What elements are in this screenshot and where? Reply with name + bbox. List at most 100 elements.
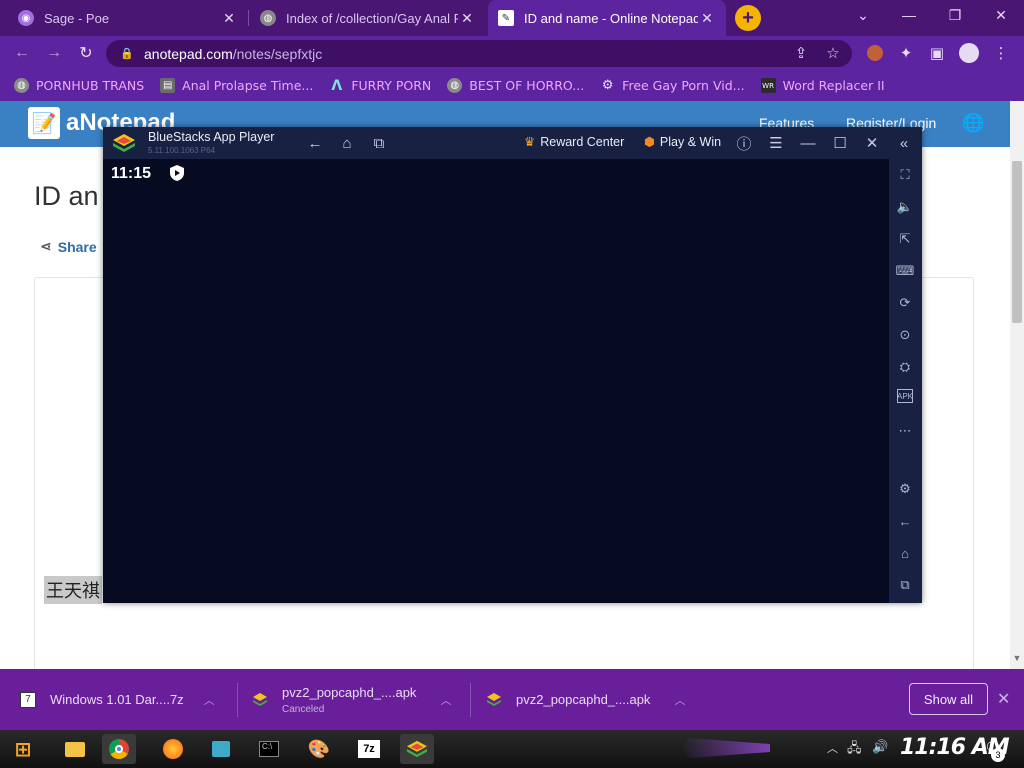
settings-gear-icon[interactable]: ⚙ [895, 479, 915, 499]
note-text[interactable]: 王天祺 [44, 576, 102, 604]
apk-install-icon[interactable]: APK [897, 389, 913, 403]
chevron-up-icon[interactable]: ︿ [440, 692, 451, 708]
keyboard-icon[interactable]: ⌨ [895, 261, 915, 281]
back-arrow-icon[interactable]: ← [895, 511, 915, 531]
7zip-icon[interactable]: 7z [352, 734, 386, 764]
close-downloads-bar-icon[interactable]: ✕ [997, 689, 1010, 709]
tab-search-icon[interactable]: ⌄ [840, 0, 886, 30]
bookmark-item[interactable]: ⚙ Free Gay Porn Vid... [600, 78, 745, 93]
tab-sage-poe[interactable]: ◉ Sage - Poe ✕ [8, 0, 248, 36]
bluestacks-taskbar-icon[interactable] [400, 734, 434, 764]
android-screen[interactable]: 11:15 [103, 159, 889, 603]
collapse-sidebar-icon[interactable]: « [893, 133, 915, 153]
bluestacks-titlebar[interactable]: BlueStacks App Player 5.11.100.1063 P64 … [103, 127, 922, 159]
reward-center-button[interactable]: ♛ Reward Center [524, 134, 625, 150]
share-button[interactable]: ⋖ Share [40, 238, 97, 255]
wr-icon: WR [760, 78, 776, 93]
minimize-icon[interactable]: — [886, 0, 932, 30]
page-icon: ▤ [160, 78, 176, 93]
download-item[interactable]: pvz2_popcaphd_....apk ︿ [486, 669, 685, 730]
minimize-icon[interactable]: — [797, 133, 819, 153]
chrome-icon[interactable] [102, 734, 136, 764]
new-tab-button[interactable]: + [735, 5, 761, 31]
extensions-icon[interactable]: ✦ [895, 42, 917, 64]
command-prompt-icon[interactable]: C:\ [252, 734, 286, 764]
bookmark-item[interactable]: WR Word Replacer II [760, 78, 885, 93]
restore-icon[interactable]: ❐ [932, 0, 978, 30]
taskbar-app-icon[interactable] [204, 734, 238, 764]
browser-toolbar: ← → ↻ 🔒 anotepad.com/notes/sepfxtjc ⇪ ☆ … [0, 36, 1024, 70]
bookmark-label: PORNHUB TRANS [36, 78, 145, 93]
bookmark-item[interactable]: ◍ BEST OF HORRO... [447, 78, 584, 93]
close-icon[interactable]: ✕ [861, 133, 883, 153]
close-icon[interactable]: ✕ [458, 10, 476, 27]
recent-apps-icon[interactable]: ⧉ [895, 575, 915, 595]
bluestacks-sidebar: ⛶ 🔈 ⇱ ⌨ ⟳ ⊙ ⛭ APK ⋯ ⚙ ← ⌂ ⧉ [889, 159, 922, 603]
firefox-icon[interactable] [156, 734, 190, 764]
maximize-icon[interactable]: ☐ [829, 133, 851, 153]
profile-avatar-icon[interactable] [864, 42, 886, 64]
menu-kebab-icon[interactable]: ⋮ [990, 42, 1012, 64]
help-icon[interactable]: ⓘ [733, 133, 755, 153]
multi-instance-icon[interactable]: ⛭ [895, 357, 915, 377]
account-icon[interactable] [958, 42, 980, 64]
share-nodes-icon: ⋖ [40, 238, 52, 254]
back-arrow-icon[interactable]: ← [10, 42, 34, 64]
reward-center-label: Reward Center [540, 134, 625, 149]
start-button-icon[interactable]: ⊞ [6, 734, 40, 764]
reload-icon[interactable]: ↻ [74, 42, 98, 64]
browser-tab-strip: ◉ Sage - Poe ✕ ◍ Index of /collection/Ga… [0, 0, 1024, 36]
poe-icon: ◉ [18, 10, 34, 26]
fullscreen-icon[interactable]: ⛶ [895, 165, 915, 185]
bookmark-item[interactable]: Λ FURRY PORN [329, 77, 431, 94]
volume-icon[interactable]: 🔈 [895, 197, 915, 217]
show-all-downloads-button[interactable]: Show all [909, 683, 988, 715]
show-hidden-icons-chevron-icon[interactable]: ︿ [827, 740, 838, 756]
hamburger-menu-icon[interactable]: ☰ [765, 133, 787, 153]
network-icon[interactable]: 🖧 [847, 739, 862, 761]
file-explorer-icon[interactable] [58, 734, 92, 764]
more-options-icon[interactable]: ⋯ [895, 421, 915, 441]
chevron-up-icon[interactable]: ︿ [674, 692, 685, 708]
address-bar[interactable]: 🔒 anotepad.com/notes/sepfxtjc [106, 40, 852, 67]
share-label: Share [57, 238, 97, 255]
chevron-up-icon[interactable]: ︿ [204, 692, 215, 708]
forward-arrow-icon[interactable]: → [42, 42, 66, 64]
taskbar-decoration [680, 738, 770, 758]
play-win-button[interactable]: ⬢ Play & Win [644, 134, 722, 150]
bookmark-item[interactable]: ▤ Anal Prolapse Time... [160, 78, 313, 93]
tab-online-notepad[interactable]: ✎ ID and name - Online Notepad ✕ [488, 0, 726, 36]
globe-icon: ◍ [14, 78, 29, 93]
bookmark-label: Word Replacer II [782, 78, 885, 93]
bookmark-item[interactable]: ◍ PORNHUB TRANS [14, 78, 144, 93]
close-icon[interactable]: ✕ [220, 10, 238, 27]
rotate-icon[interactable]: ⊙ [895, 325, 915, 345]
download-filename: Windows 1.01 Dar....7z [50, 692, 184, 707]
globe-icon: ◍ [447, 78, 463, 93]
windows-taskbar: ⊞ C:\ 🎨 7z ︿ 🖧 🔊 11:16 AM 🗨 3 [0, 730, 1024, 768]
download-status: Canceled [282, 703, 325, 715]
arc-icon: Λ [331, 77, 343, 94]
window-close-icon[interactable]: ✕ [978, 0, 1024, 30]
scrollbar-thumb[interactable] [1012, 161, 1022, 323]
close-icon[interactable]: ✕ [698, 10, 716, 27]
home-icon[interactable]: ⌂ [895, 543, 915, 563]
volume-icon[interactable]: 🔊 [872, 739, 888, 755]
download-item[interactable]: pvz2_popcaphd_....apk Canceled ︿ [252, 669, 451, 730]
play-win-label: Play & Win [659, 134, 722, 149]
language-globe-icon[interactable]: 🌐 [962, 113, 984, 134]
bookmark-star-icon[interactable]: ☆ [822, 42, 844, 64]
side-panel-icon[interactable]: ▣ [926, 42, 948, 64]
back-arrow-icon[interactable]: ← [304, 133, 326, 153]
download-item[interactable]: 7 Windows 1.01 Dar....7z ︿ [20, 669, 215, 730]
home-icon[interactable]: ⌂ [336, 133, 358, 153]
pointer-lock-icon[interactable]: ⇱ [895, 229, 915, 249]
paint-icon[interactable]: 🎨 [302, 734, 336, 764]
recent-apps-icon[interactable]: ⧉ [368, 133, 390, 153]
crown-icon: ♛ [524, 135, 536, 149]
archive-7z-icon: 7 [20, 691, 36, 708]
macro-record-icon[interactable]: ⟳ [895, 293, 915, 313]
scroll-down-arrow-icon[interactable]: ▼ [1010, 653, 1024, 667]
share-icon[interactable]: ⇪ [790, 42, 812, 64]
tab-index-collection[interactable]: ◍ Index of /collection/Gay Anal Pr ✕ [250, 0, 486, 36]
